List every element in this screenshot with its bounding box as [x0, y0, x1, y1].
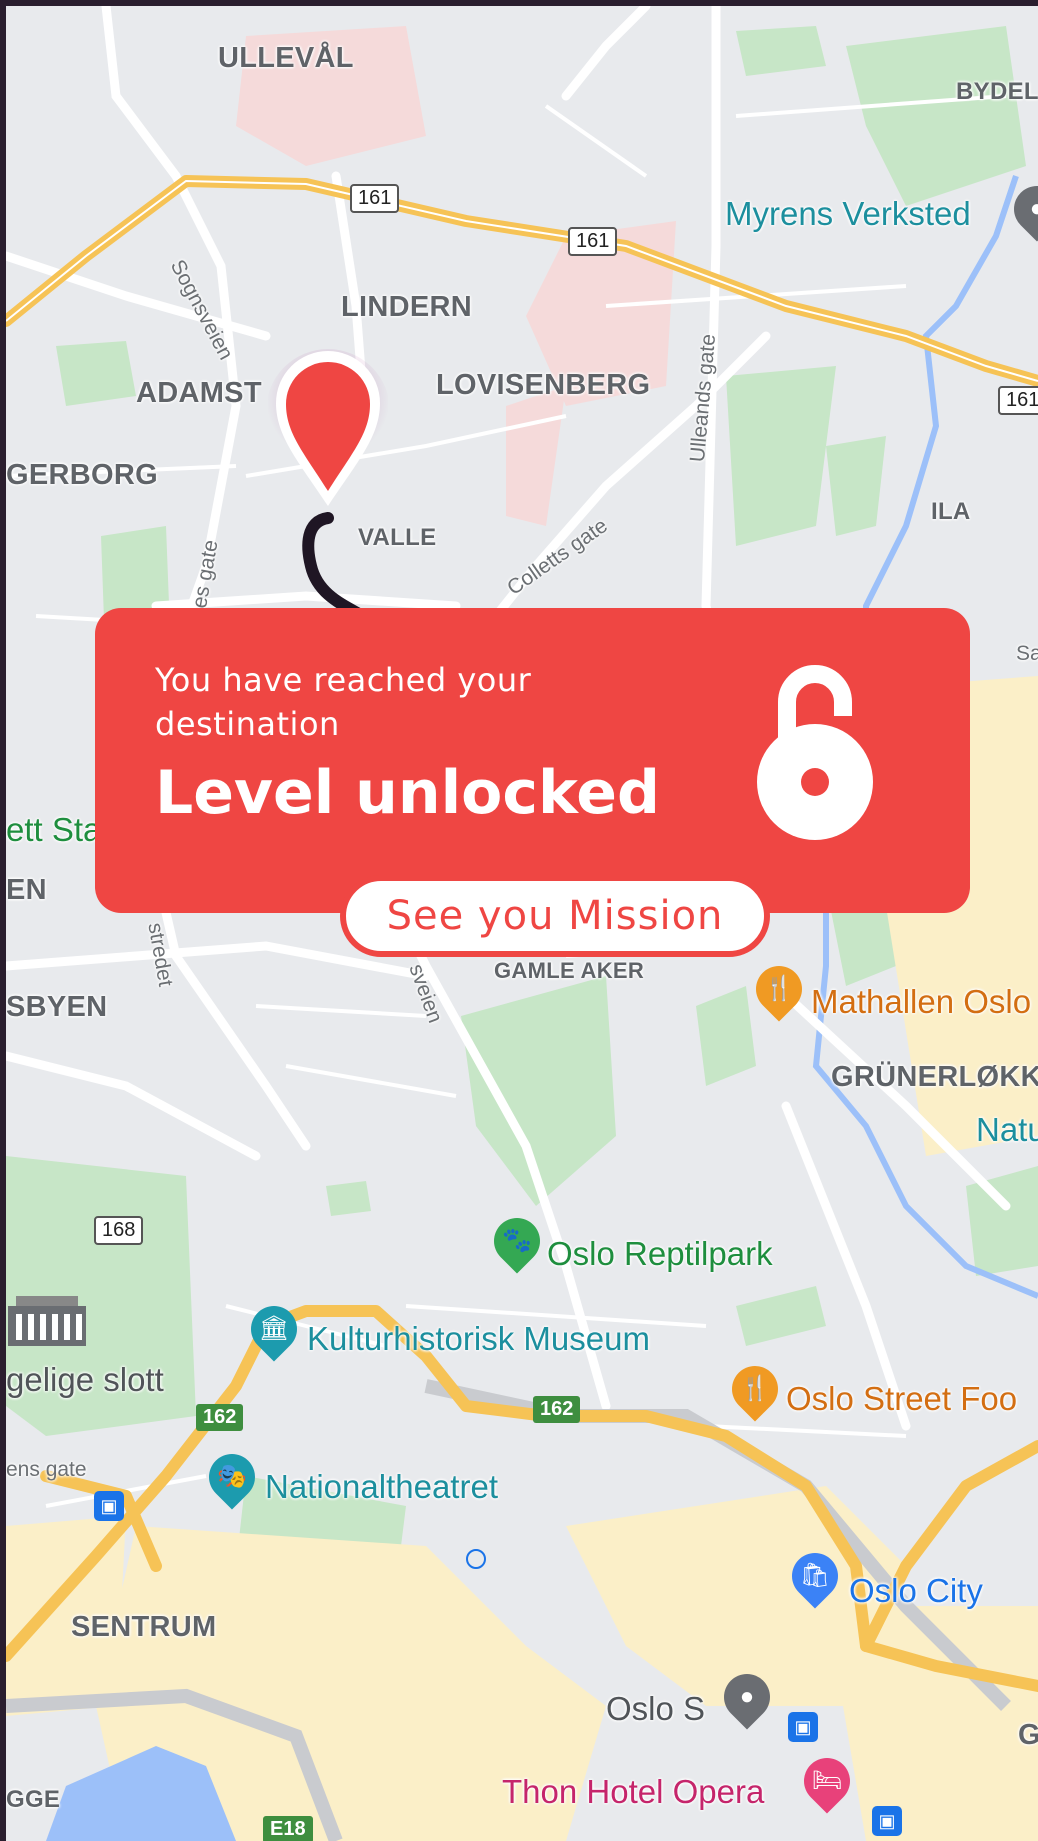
district-label: G	[1018, 1719, 1038, 1751]
street-label: Sa	[1016, 642, 1038, 665]
district-label: VALLE	[358, 524, 437, 551]
poi-label[interactable]: Nationaltheatret	[265, 1468, 498, 1506]
restaurant-icon[interactable]: 🍴	[746, 956, 812, 1022]
poi-label[interactable]: Myrens Verksted	[725, 195, 971, 233]
road-shield: 162	[196, 1404, 244, 1431]
museum-icon[interactable]: 🏛	[241, 1296, 307, 1362]
district-label: ADAMST	[136, 377, 262, 409]
shopping-bag-icon[interactable]: 🛍	[782, 1543, 848, 1609]
bus-stop-icon[interactable]: ▣	[94, 1491, 124, 1521]
bus-stop-icon[interactable]: ▣	[872, 1806, 902, 1836]
district-label: ILA	[931, 498, 971, 525]
district-label: ULLEVÅL	[218, 42, 354, 74]
district-label: BYDEL	[956, 78, 1038, 105]
district-label: LINDERN	[341, 291, 472, 323]
district-label: GRÜNERLØKK	[831, 1061, 1038, 1093]
road-shield: 162	[533, 1396, 581, 1423]
paw-icon[interactable]: 🐾	[484, 1208, 550, 1274]
poi-label[interactable]: Oslo S	[606, 1690, 705, 1728]
poi-label[interactable]: gelige slott	[6, 1361, 164, 1399]
poi-label[interactable]: Oslo Reptilpark	[547, 1235, 773, 1273]
district-label: SENTRUM	[71, 1611, 217, 1643]
poi-label: Natu	[976, 1111, 1038, 1148]
transit-icon	[466, 1549, 486, 1569]
poi-label[interactable]: ett Sta	[6, 811, 101, 849]
poi-label[interactable]: Kulturhistorisk Museum	[307, 1320, 650, 1358]
road-shield: 161	[350, 184, 400, 213]
destination-pin-icon[interactable]	[268, 341, 388, 516]
card-title: Level unlocked	[155, 758, 660, 828]
see-mission-button[interactable]: See you Mission	[340, 875, 770, 957]
level-unlocked-card: You have reached your destination Level …	[95, 608, 970, 913]
poi-label[interactable]: Oslo City	[849, 1572, 983, 1610]
bus-stop-icon[interactable]: ▣	[788, 1712, 818, 1742]
road-shield: E18	[263, 1816, 313, 1841]
street-label: ens gate	[6, 1458, 87, 1481]
district-label: GGE	[6, 1786, 61, 1813]
district-label: GAMLE AKER	[494, 958, 645, 983]
district-label: SBYEN	[6, 991, 108, 1023]
district-label: GERBORG	[6, 459, 158, 491]
restaurant-icon[interactable]: 🍴	[722, 1356, 788, 1422]
poi-label[interactable]: Oslo Street Foo	[786, 1380, 1017, 1418]
map-pin-icon[interactable]: ●	[714, 1664, 780, 1730]
poi-label[interactable]: Mathallen Oslo	[811, 983, 1031, 1021]
poi-label[interactable]: Thon Hotel Opera	[502, 1773, 764, 1811]
district-label: EN	[6, 874, 47, 906]
card-subtitle: You have reached your destination	[155, 661, 532, 743]
unlocked-padlock-icon	[757, 665, 873, 840]
road-shield: 168	[94, 1216, 144, 1245]
theater-icon[interactable]: 🎭	[199, 1444, 265, 1510]
road-shield: 161	[998, 386, 1038, 415]
district-label: LOVISENBERG	[436, 369, 651, 401]
road-shield: 161	[568, 227, 618, 256]
hotel-icon[interactable]: 🛏	[794, 1748, 860, 1814]
